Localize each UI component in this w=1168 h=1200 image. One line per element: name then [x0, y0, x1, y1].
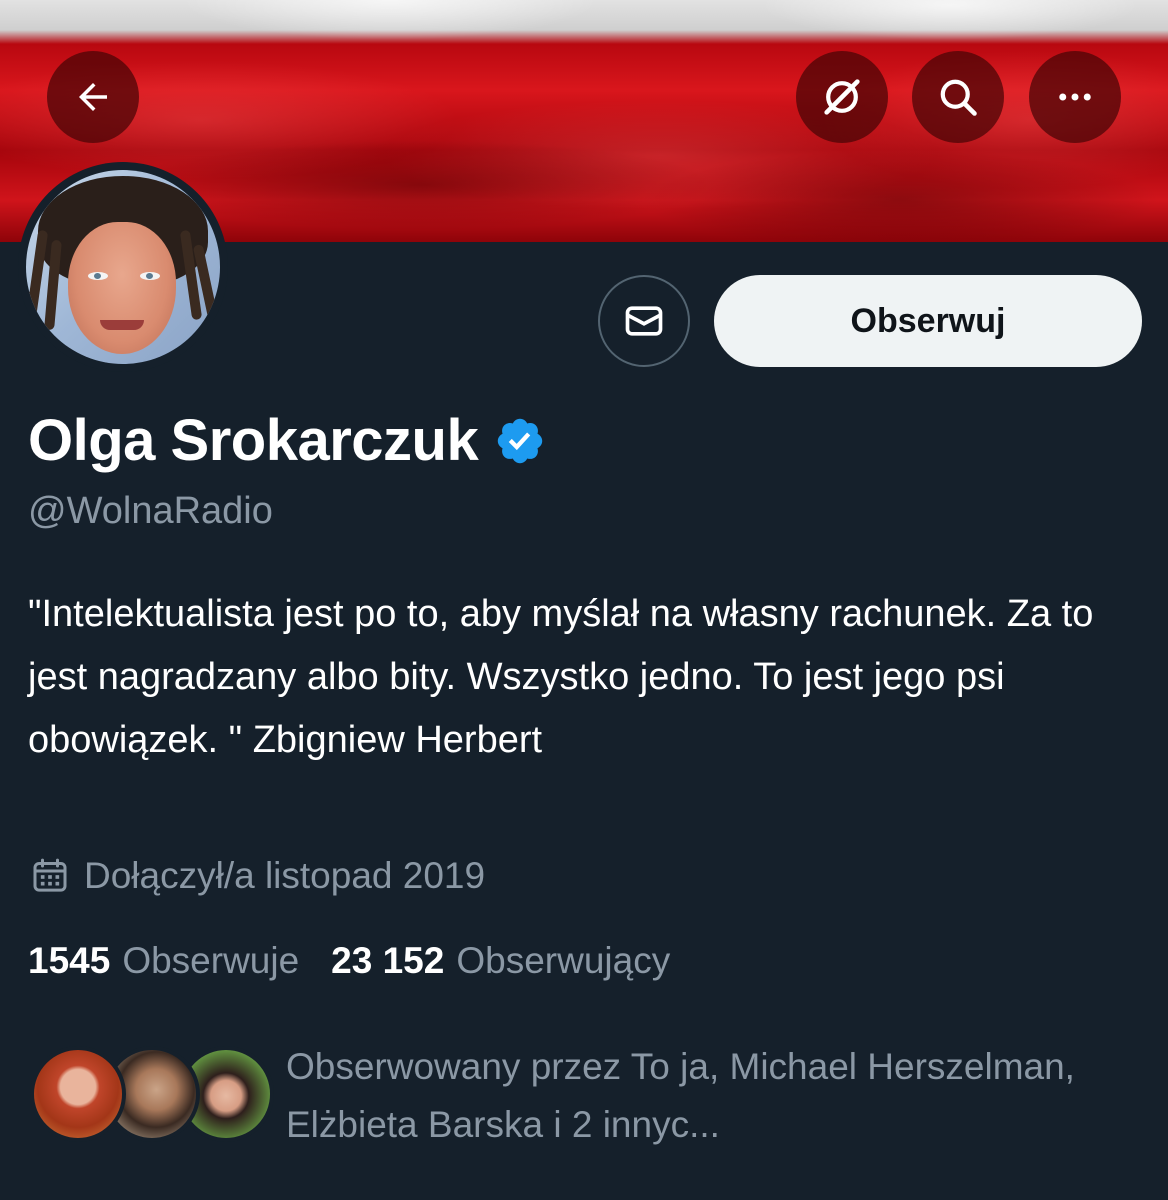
- profile-name: Olga Srokarczuk: [28, 408, 479, 473]
- search-button[interactable]: [912, 51, 1004, 143]
- followers-link[interactable]: 23 152 Obserwujący: [331, 940, 670, 982]
- followers-label: Obserwujący: [456, 940, 671, 981]
- message-button[interactable]: [598, 275, 690, 367]
- profile-page: Obserwuj Olga Srokarczuk @WolnaRadio "In…: [0, 0, 1168, 1200]
- follow-stats: 1545 Obserwuje 23 152 Obserwujący: [28, 940, 670, 982]
- follower-avatar-1: [30, 1046, 126, 1142]
- calendar-icon: [33, 858, 67, 892]
- joined-date: Dołączył/a listopad 2019: [30, 855, 485, 897]
- arrow-left-icon: [79, 83, 107, 111]
- more-button[interactable]: [1029, 51, 1121, 143]
- follow-button[interactable]: Obserwuj: [714, 275, 1142, 367]
- profile-name-row: Olga Srokarczuk: [28, 405, 546, 477]
- more-horizontal-icon: [1059, 93, 1091, 101]
- profile-handle: @WolnaRadio: [28, 490, 273, 532]
- profile-bio: "Intelektualista jest po to, aby myślał …: [28, 593, 1094, 761]
- followed-by-text: Obserwowany przez To ja, Michael Herszel…: [286, 1046, 1075, 1145]
- followers-count: 23 152: [331, 940, 445, 981]
- verified-badge-icon[interactable]: [494, 415, 546, 467]
- profile-avatar[interactable]: [18, 162, 228, 372]
- following-label: Obserwuje: [122, 940, 300, 981]
- grok-icon: [824, 79, 860, 115]
- joined-text: Dołączył/a listopad 2019: [84, 855, 486, 896]
- grok-button[interactable]: [796, 51, 888, 143]
- back-button[interactable]: [47, 51, 139, 143]
- mail-icon: [625, 306, 663, 336]
- avatar-photo: [26, 170, 220, 364]
- following-link[interactable]: 1545 Obserwuje: [28, 940, 299, 982]
- followed-by[interactable]: Obserwowany przez To ja, Michael Herszel…: [30, 1038, 1140, 1148]
- search-icon: [940, 79, 977, 116]
- following-count: 1545: [28, 940, 111, 981]
